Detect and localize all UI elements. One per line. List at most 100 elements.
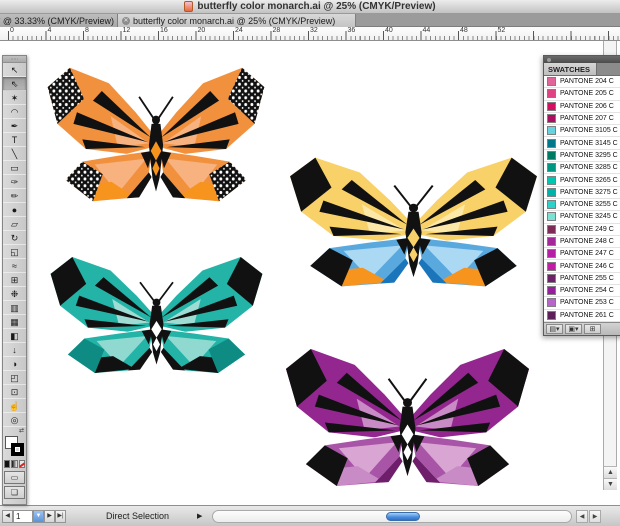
symbol-sprayer-tool[interactable]: ❉	[3, 287, 26, 301]
drawing-mode-button[interactable]: ▭	[4, 471, 25, 484]
stroke-color-box[interactable]	[11, 443, 24, 456]
scroll-up-arrow[interactable]: ▲	[604, 466, 617, 478]
butterfly-purple[interactable]	[283, 343, 532, 492]
scale-tool[interactable]: ◱	[3, 245, 26, 259]
artboard-number-field[interactable]: 1	[13, 510, 33, 523]
swatch-color-chip[interactable]	[547, 114, 556, 123]
pencil-tool[interactable]: ✏	[3, 189, 26, 203]
swatch-color-chip[interactable]	[547, 163, 556, 172]
swatch-row[interactable]: PANTONE 3285 C	[544, 162, 620, 174]
tab-butterfly-color-monarch[interactable]: ✕ butterfly color monarch.ai @ 25% (CMYK…	[118, 14, 356, 27]
swatch-color-chip[interactable]	[547, 188, 556, 197]
lasso-tool[interactable]: ◠	[3, 105, 26, 119]
swatch-color-chip[interactable]	[547, 89, 556, 98]
monarch-orange-butterfly[interactable]	[45, 62, 267, 207]
none-button[interactable]	[19, 460, 25, 468]
live-paint-bucket-tool[interactable]: ◰	[3, 371, 26, 385]
scroll-down-arrow[interactable]: ▼	[604, 478, 617, 490]
swatch-color-chip[interactable]	[547, 139, 556, 148]
swatch-row[interactable]: PANTONE 204 C	[544, 76, 620, 88]
swatch-color-chip[interactable]	[547, 102, 556, 111]
zoom-tool[interactable]: ◎	[3, 413, 26, 427]
tab-ize-no-border[interactable]: ize no border.ai* @ 33.33% (CMYK/Preview…	[0, 14, 118, 27]
status-flyout-arrow[interactable]: ▶	[197, 512, 202, 520]
scroll-left-arrow[interactable]: ◀	[576, 510, 588, 523]
gradient-tool[interactable]: ◧	[3, 329, 26, 343]
eraser-tool[interactable]: ▱	[3, 217, 26, 231]
swatch-row[interactable]: PANTONE 3295 C	[544, 150, 620, 162]
first-artboard-button[interactable]: ◀	[2, 510, 13, 523]
swatch-color-chip[interactable]	[547, 286, 556, 295]
rectangle-tool[interactable]: ▭	[3, 161, 26, 175]
warp-tool[interactable]: ≈	[3, 259, 26, 273]
swatch-row[interactable]: PANTONE 207 C	[544, 113, 620, 125]
swatch-row[interactable]: PANTONE 249 C	[544, 224, 620, 236]
swatch-row[interactable]: PANTONE 3145 C	[544, 137, 620, 149]
swatch-color-chip[interactable]	[547, 77, 556, 86]
direct-selection-tool[interactable]: ⇖	[3, 77, 26, 91]
fill-stroke-indicator[interactable]	[3, 435, 26, 459]
swatch-row[interactable]: PANTONE 205 C	[544, 88, 620, 100]
swatch-color-chip[interactable]	[547, 200, 556, 209]
swatch-color-chip[interactable]	[547, 249, 556, 258]
swatch-row[interactable]: PANTONE 246 C	[544, 260, 620, 272]
paintbrush-tool[interactable]: ✑	[3, 175, 26, 189]
swatch-row[interactable]: PANTONE 3245 C	[544, 211, 620, 223]
swatch-row[interactable]: PANTONE 3105 C	[544, 125, 620, 137]
blend-tool[interactable]: ◑	[3, 357, 26, 371]
swatch-color-chip[interactable]	[547, 176, 556, 185]
swatch-row[interactable]: PANTONE 253 C	[544, 297, 620, 309]
selection-tool[interactable]: ↖	[3, 63, 26, 77]
swatch-color-chip[interactable]	[547, 298, 556, 307]
swap-fill-stroke-icon[interactable]: ⇄	[3, 427, 26, 435]
pen-tool[interactable]: ✒	[3, 119, 26, 133]
swatch-color-chip[interactable]	[547, 126, 556, 135]
swatch-kinds-menu-button[interactable]: ▣▾	[565, 324, 582, 334]
next-artboard-button[interactable]: ▶	[44, 510, 55, 523]
tab-close-icon[interactable]: ✕	[122, 17, 130, 25]
tools-panel-grip[interactable]	[3, 56, 26, 63]
swatch-row[interactable]: PANTONE 206 C	[544, 101, 620, 113]
gradient-button[interactable]	[11, 460, 17, 468]
swatch-row[interactable]: PANTONE 248 C	[544, 236, 620, 248]
screen-mode-button[interactable]: ❏	[4, 486, 25, 499]
butterfly-yellow-blue[interactable]	[287, 152, 540, 292]
artboard-tool[interactable]: ⊡	[3, 385, 26, 399]
type-tool[interactable]: T	[3, 133, 26, 147]
horizontal-scrollbar-thumb[interactable]	[386, 512, 420, 521]
swatch-row[interactable]: PANTONE 247 C	[544, 248, 620, 260]
teal-butterfly[interactable]	[48, 252, 265, 378]
blob-brush-tool[interactable]: ●	[3, 203, 26, 217]
swatch-color-chip[interactable]	[547, 237, 556, 246]
yellow-blue-swallowtail-butterfly[interactable]	[287, 152, 540, 292]
line-tool[interactable]: ╲	[3, 147, 26, 161]
swatch-color-chip[interactable]	[547, 151, 556, 160]
swatch-color-chip[interactable]	[547, 212, 556, 221]
artboard-canvas[interactable]	[0, 41, 620, 505]
swatch-row[interactable]: PANTONE 261 C	[544, 310, 620, 322]
artboard-menu-button[interactable]: ▼	[33, 510, 44, 523]
swatch-color-chip[interactable]	[547, 225, 556, 234]
free-transform-tool[interactable]: ⊞	[3, 273, 26, 287]
purple-butterfly[interactable]	[283, 343, 532, 492]
color-button[interactable]	[4, 460, 10, 468]
swatch-color-chip[interactable]	[547, 274, 556, 283]
rotate-tool[interactable]: ↻	[3, 231, 26, 245]
butterfly-monarch-orange[interactable]	[45, 62, 267, 207]
horizontal-scrollbar[interactable]	[212, 510, 572, 523]
new-swatch-button[interactable]: ⊞	[584, 324, 601, 334]
graph-tool[interactable]: ▥	[3, 301, 26, 315]
swatch-color-chip[interactable]	[547, 262, 556, 271]
panel-close-icon[interactable]	[547, 58, 551, 62]
swatch-libraries-menu-button[interactable]: ▤▾	[546, 324, 563, 334]
eyedropper-tool[interactable]: ↓	[3, 343, 26, 357]
magic-wand-tool[interactable]: ✶	[3, 91, 26, 105]
last-artboard-button[interactable]: ▶|	[55, 510, 66, 523]
scroll-right-arrow[interactable]: ▶	[589, 510, 601, 523]
butterfly-teal[interactable]	[48, 252, 265, 378]
swatches-tab[interactable]: SWATCHES	[544, 63, 597, 75]
swatch-color-chip[interactable]	[547, 311, 556, 320]
swatch-row[interactable]: PANTONE 254 C	[544, 285, 620, 297]
swatch-row[interactable]: PANTONE 3255 C	[544, 199, 620, 211]
swatch-row[interactable]: PANTONE 3265 C	[544, 174, 620, 186]
